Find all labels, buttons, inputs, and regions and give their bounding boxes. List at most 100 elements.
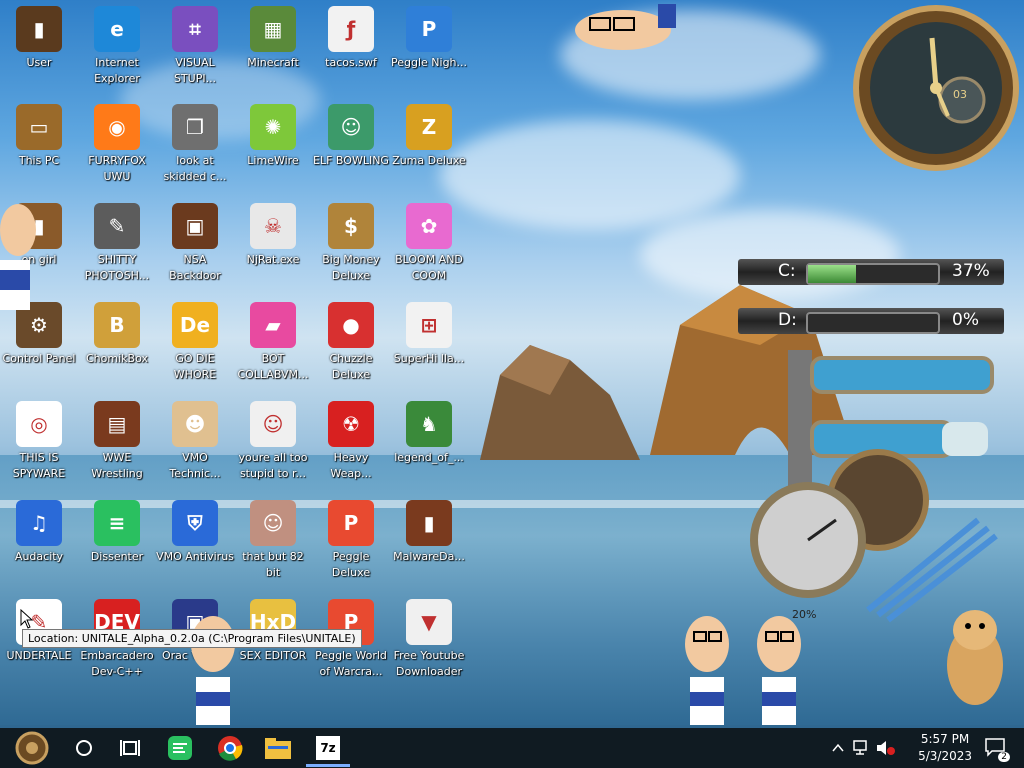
desktop-app-icon: Z	[406, 104, 452, 150]
desktop-icon[interactable]: P Peggle Deluxe	[312, 500, 390, 581]
desktop-icon[interactable]: $ Big Money Deluxe	[312, 203, 390, 284]
taskbar-file-explorer-button[interactable]	[256, 732, 300, 764]
desktop-app-icon: ⊞	[406, 302, 452, 348]
desktop-icon[interactable]: ▮ MalwareDa...	[390, 500, 468, 565]
desktop-icon[interactable]: ♞ legend_of_...	[390, 401, 468, 466]
taskbar-chrome-button[interactable]	[208, 732, 252, 764]
taskbar-7zip-button[interactable]: 7z	[306, 732, 350, 764]
hank-hill-icon	[0, 200, 40, 314]
desktop-app-icon: ▼	[406, 599, 452, 645]
desktop-icon-label: FURRYFOX UWU	[88, 154, 146, 183]
desktop-icon-label: THIS IS SPYWARE	[12, 451, 66, 480]
desktop-icon[interactable]: ⛨ VMO Antivirus	[156, 500, 234, 565]
desktop-icon[interactable]: ▮ User	[0, 6, 78, 71]
desktop-icon-label: BLOOM AND COOM	[395, 253, 463, 282]
desktop-icon[interactable]: ☻ VMO Technic...	[156, 401, 234, 482]
desktop-icon[interactable]: ▣ NSA Backdoor	[156, 203, 234, 284]
taskbar-dissenter-button[interactable]	[158, 732, 202, 764]
desktop-app-icon: ☻	[172, 401, 218, 447]
desktop-app-icon: ☠	[250, 203, 296, 249]
start-button[interactable]	[10, 731, 54, 765]
desktop-icon-label: SEX EDITOR	[239, 649, 307, 662]
desktop-icon[interactable]: ✎ SHITTY PHOTOSH...	[78, 203, 156, 284]
desktop-icon[interactable]: e Internet Explorer	[78, 6, 156, 87]
desktop-icon-label: look at skidded c...	[163, 154, 227, 183]
desktop-icon-label: ELF BOWLING	[313, 154, 389, 167]
7zip-icon: 7z	[316, 736, 340, 760]
desktop-icon[interactable]: ☢ Heavy Weap...	[312, 401, 390, 482]
desktop-icon[interactable]: ✺ LimeWire	[234, 104, 312, 169]
task-view-button[interactable]	[108, 732, 152, 764]
desktop-app-icon: ⛨	[172, 500, 218, 546]
desktop-icon-label: Free Youtube Downloader	[393, 649, 465, 678]
notification-center-button[interactable]: 2	[978, 732, 1014, 764]
desktop-app-icon: ✎	[94, 203, 140, 249]
volume-muted-icon	[877, 741, 895, 755]
desktop-icon[interactable]: ▼ Free Youtube Downloader	[390, 599, 468, 680]
desktop-icon[interactable]: ⌗ VISUAL STUPI...	[156, 6, 234, 87]
network-icon	[853, 740, 867, 755]
desktop-icon-label: tacos.swf	[325, 56, 377, 69]
desktop-icon-label: NjRat.exe	[246, 253, 300, 266]
7zip-label: 7z	[320, 741, 336, 755]
drive-usage-percent: 37%	[952, 261, 990, 281]
desktop-icon[interactable]: ≡ Dissenter	[78, 500, 156, 565]
desktop-icon[interactable]: ▰ BOT COLLABVM...	[234, 302, 312, 383]
hank-hill-icon	[682, 612, 732, 731]
drive-letter: C:	[778, 261, 796, 281]
desktop-icon-label: Zuma Deluxe	[392, 154, 466, 167]
desktop-icon[interactable]: ▤ WWE Wrestling	[78, 401, 156, 482]
taskbar: 7z 5:57 PM 5/3/2023 2	[0, 728, 1024, 768]
desktop-icon[interactable]: ◎ THIS IS SPYWARE	[0, 401, 78, 482]
desktop-icon-label: Chuzzle Deluxe	[329, 352, 373, 381]
desktop-icon[interactable]: ☺ youre all too stupid to r...	[234, 401, 312, 482]
desktop-icon[interactable]: ☠ NjRat.exe	[234, 203, 312, 268]
desktop-app-icon: ❐	[172, 104, 218, 150]
desktop-icon[interactable]: ☺ that but 82 bit	[234, 500, 312, 581]
desktop-icon[interactable]: De GO DIE WHORE	[156, 302, 234, 383]
desktop-icon-label: SuperHi lla...	[393, 352, 465, 365]
desktop-app-icon: e	[94, 6, 140, 52]
volume-button[interactable]	[874, 732, 898, 764]
location-tooltip: Location: UNITALE_Alpha_0.2.0a (C:\Progr…	[22, 629, 362, 648]
desktop-icon[interactable]: ● Chuzzle Deluxe	[312, 302, 390, 383]
desktop-icon[interactable]: ◉ FURRYFOX UWU	[78, 104, 156, 185]
desktop-app-icon: ▭	[16, 104, 62, 150]
desktop-app-icon: ▣	[172, 203, 218, 249]
desktop-icon[interactable]: ❐ look at skidded c...	[156, 104, 234, 185]
file-explorer-icon	[265, 738, 291, 759]
drive-gauge-d: D: 0%	[738, 308, 1004, 334]
desktop-icon-label: VMO Technic...	[169, 451, 221, 480]
drive-usage-bar	[806, 312, 940, 334]
desktop-icon[interactable]: ▦ Minecraft	[234, 6, 312, 71]
show-hidden-icons-button[interactable]	[828, 732, 848, 764]
desktop-icon[interactable]: P Peggle Nigh...	[390, 6, 468, 71]
desktop-icon[interactable]: B ChomikBox	[78, 302, 156, 367]
search-button[interactable]	[62, 732, 106, 764]
desktop-icon[interactable]: ▭ This PC	[0, 104, 78, 169]
desktop-icon-label: Dissenter	[90, 550, 144, 563]
search-icon	[76, 740, 92, 756]
taskbar-date: 5/3/2023	[918, 749, 972, 763]
network-button[interactable]	[850, 732, 874, 764]
desktop-icon-label: Peggle Deluxe	[331, 550, 371, 579]
desktop-icon[interactable]: ☺ ELF BOWLING	[312, 104, 390, 169]
desktop-icon[interactable]: ✿ BLOOM AND COOM	[390, 203, 468, 284]
desktop-icon-label: UNDERTALE	[6, 649, 72, 662]
rock-formation-left	[480, 345, 640, 460]
desktop-app-icon: ◎	[16, 401, 62, 447]
desktop-icon-label: Embarcadero Dev-C++	[80, 649, 154, 678]
desktop-icon-label: Control Panel	[2, 352, 76, 365]
desktop-icon[interactable]: ƒ tacos.swf	[312, 6, 390, 71]
desktop-app-icon: ☺	[250, 500, 296, 546]
desktop-icon-label: legend_of_...	[394, 451, 464, 464]
start-icon	[15, 731, 49, 765]
desktop-icon[interactable]: ♫ Audacity	[0, 500, 78, 565]
desktop-icon-label: Big Money Deluxe	[322, 253, 380, 282]
drive-gauge-c: C: 37%	[738, 259, 1004, 285]
desktop-icon-label: that but 82 bit	[242, 550, 304, 579]
desktop-icon[interactable]: Z Zuma Deluxe	[390, 104, 468, 169]
desktop-icon-label: VISUAL STUPI...	[173, 56, 217, 85]
taskbar-clock[interactable]: 5:57 PM 5/3/2023	[918, 731, 972, 765]
desktop-icon[interactable]: ⊞ SuperHi lla...	[390, 302, 468, 367]
